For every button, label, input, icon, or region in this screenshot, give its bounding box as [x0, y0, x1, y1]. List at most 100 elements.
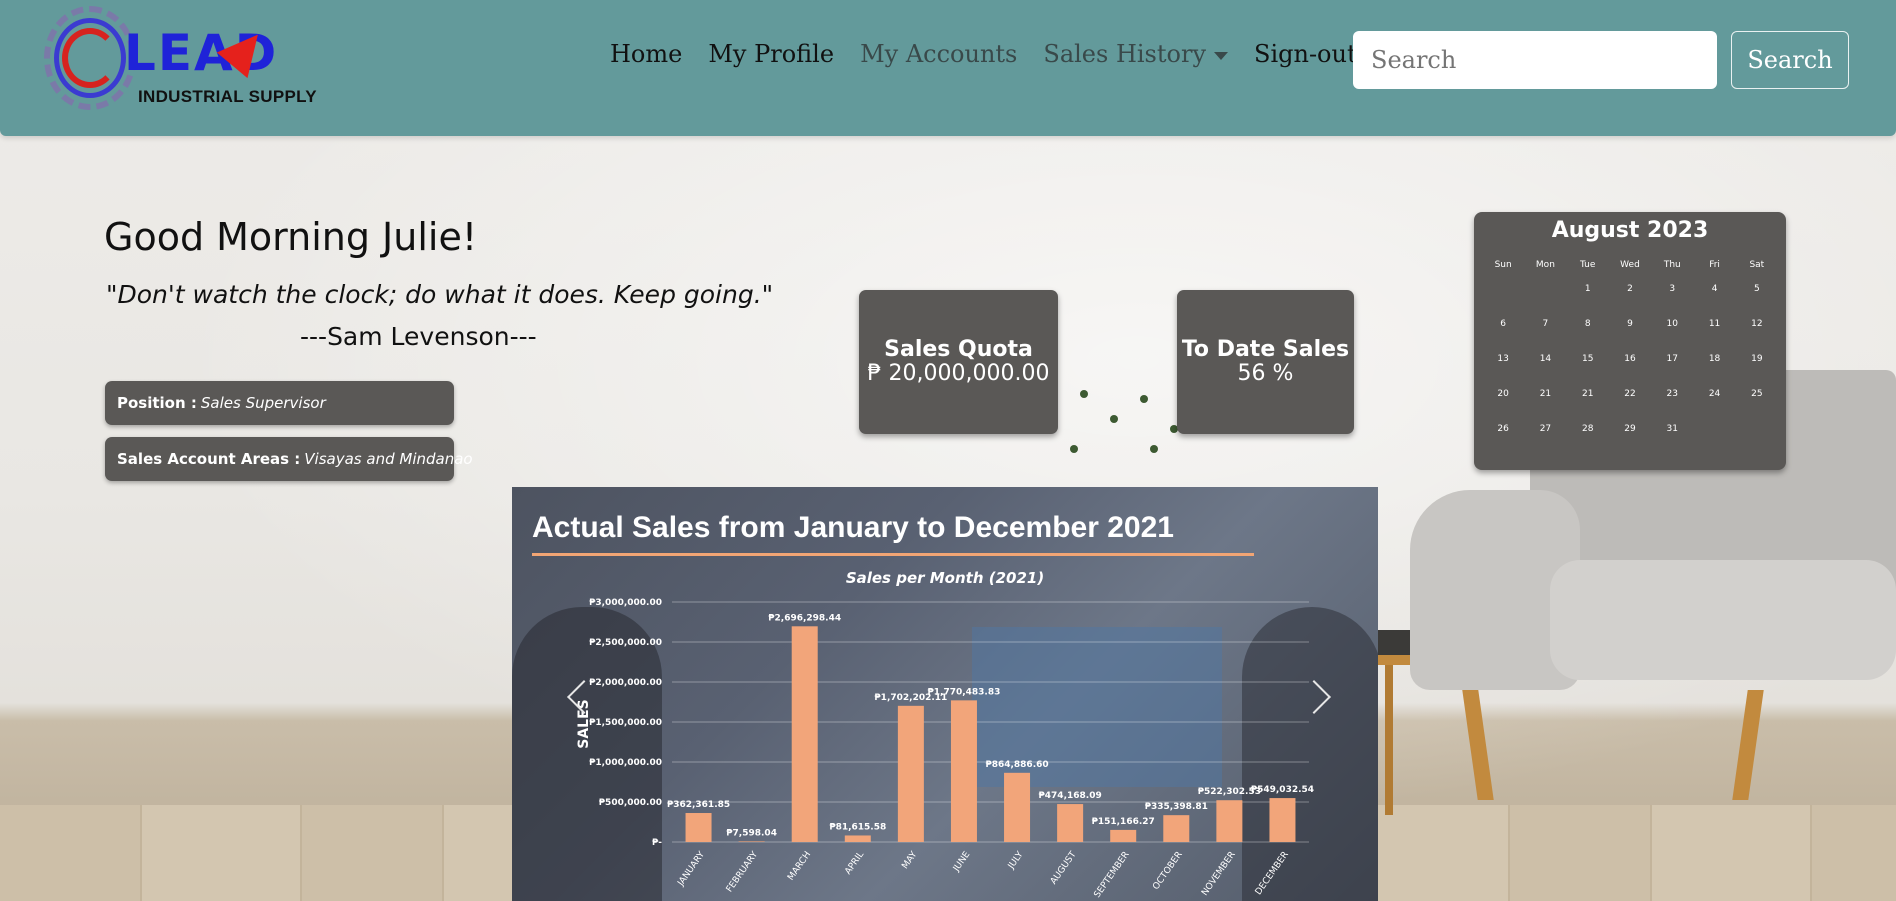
sales-areas-badge: Sales Account Areas : Visayas and Mindan… — [105, 437, 473, 481]
logo-subtitle: INDUSTRIAL SUPPLY — [138, 87, 317, 106]
chevron-down-icon — [1214, 51, 1228, 60]
calendar-day[interactable]: 3 — [1651, 284, 1693, 319]
calendar-day[interactable]: 31 — [1651, 424, 1693, 459]
calendar-day[interactable]: 10 — [1651, 319, 1693, 354]
calendar-day[interactable]: 29 — [1609, 424, 1651, 459]
calendar-day[interactable]: 24 — [1693, 389, 1735, 424]
bar-data-label: ₱864,886.60 — [985, 760, 1048, 770]
search-button[interactable]: Search — [1731, 31, 1849, 89]
calendar-weekday: Thu — [1663, 260, 1681, 270]
position-badge: Position : Sales Supervisor — [105, 381, 454, 425]
bar-data-label: ₱7,598.04 — [726, 828, 777, 838]
calendar-day[interactable]: 23 — [1651, 389, 1693, 424]
x-category-label: FEBRUARY — [725, 850, 761, 895]
chart-bar — [950, 700, 977, 842]
x-category-label: NOVEMBER — [1200, 850, 1238, 898]
calendar-weekday: Sun — [1494, 260, 1512, 270]
bar-data-label: ₱151,166.27 — [1092, 817, 1155, 827]
calendar-day — [1524, 284, 1566, 319]
calendar-day — [1693, 424, 1735, 459]
bar-data-label: ₱2,696,298.44 — [768, 613, 841, 623]
company-logo[interactable]: LEAD INDUSTRIAL SUPPLY — [40, 6, 320, 111]
bar-data-label: ₱81,615.58 — [829, 822, 886, 832]
x-category-label: MARCH — [786, 850, 813, 883]
calendar-day[interactable]: 9 — [1609, 319, 1651, 354]
calendar-weekday: Wed — [1620, 260, 1640, 270]
chart-bar — [1216, 800, 1243, 842]
search-input[interactable] — [1353, 31, 1717, 89]
calendar-day[interactable]: 5 — [1736, 284, 1778, 319]
y-tick-label: ₱500,000.00 — [599, 798, 662, 808]
calendar-day[interactable]: 20 — [1482, 389, 1524, 424]
calendar-day[interactable]: 25 — [1736, 389, 1778, 424]
to-date-sales-value: 56 % — [1237, 361, 1294, 386]
position-label: Position : — [117, 394, 197, 412]
sales-chart-carousel: Actual Sales from January to December 20… — [512, 487, 1378, 901]
calendar-month-title: August 2023 — [1551, 218, 1709, 243]
sales-quota-card: Sales Quota ₱ 20,000,000.00 — [859, 290, 1058, 434]
navbar: LEAD INDUSTRIAL SUPPLY Home My Profile M… — [0, 0, 1896, 136]
sales-bar-chart: ₱- ₱500,000.00 ₱1,000,000.00 ₱1,500,000.00 ₱… — [576, 598, 1314, 900]
calendar-day[interactable]: 1 — [1567, 284, 1609, 319]
calendar-day[interactable]: 11 — [1693, 319, 1735, 354]
calendar-day[interactable]: 6 — [1482, 319, 1524, 354]
calendar-day[interactable]: 8 — [1567, 319, 1609, 354]
calendar-day[interactable]: 12 — [1736, 319, 1778, 354]
x-category-label: SEPTEMBER — [1093, 850, 1132, 900]
calendar-day[interactable]: 2 — [1609, 284, 1651, 319]
calendar-day[interactable]: 17 — [1651, 354, 1693, 389]
calendar-day[interactable]: 28 — [1567, 424, 1609, 459]
nav-sales-history-dropdown[interactable]: Sales History — [1030, 40, 1241, 68]
y-tick-label: ₱- — [652, 838, 662, 848]
calendar-day — [1482, 284, 1524, 319]
to-date-sales-label: To Date Sales — [1181, 336, 1350, 362]
calendar-weekday: Mon — [1535, 260, 1555, 270]
calendar-day[interactable]: 22 — [1609, 389, 1651, 424]
x-category-label: DECEMBER — [1254, 850, 1291, 897]
calendar-day — [1736, 424, 1778, 459]
calendar-weekday: Fri — [1709, 260, 1720, 270]
nav-sales-history-label: Sales History — [1043, 40, 1206, 68]
nav-my-accounts[interactable]: My Accounts — [847, 40, 1030, 68]
bar-data-label: ₱1,770,483.83 — [928, 687, 1001, 697]
chart-bar — [1004, 772, 1031, 842]
chart-bar — [1163, 815, 1190, 842]
sales-quota-label: Sales Quota — [884, 336, 1033, 362]
calendar-day[interactable]: 21 — [1567, 389, 1609, 424]
x-category-label: MAY — [900, 850, 919, 871]
chart-bar — [1057, 804, 1084, 842]
x-category-label: JUNE — [951, 850, 972, 875]
chart-bar — [1110, 829, 1137, 842]
main-nav: Home My Profile My Accounts Sales Histor… — [597, 40, 1370, 68]
y-tick-label: ₱3,000,000.00 — [589, 598, 662, 608]
sales-areas-value: Visayas and Mindanao — [304, 450, 473, 468]
chart-bar — [685, 813, 712, 842]
calendar-day[interactable]: 27 — [1524, 424, 1566, 459]
sales-areas-label: Sales Account Areas : — [117, 450, 301, 468]
calendar-weekday: Sat — [1749, 260, 1765, 270]
bar-data-label: ₱549,032.54 — [1251, 785, 1314, 795]
greeting-title: Good Morning Julie! — [104, 215, 478, 259]
to-date-sales-card: To Date Sales 56 % — [1177, 290, 1354, 434]
calendar-day[interactable]: 21 — [1524, 389, 1566, 424]
nav-sign-out[interactable]: Sign-out — [1241, 40, 1370, 68]
calendar-day[interactable]: 18 — [1693, 354, 1735, 389]
chart-bar — [791, 626, 818, 842]
y-tick-label: ₱2,000,000.00 — [589, 678, 662, 688]
calendar-day[interactable]: 7 — [1524, 319, 1566, 354]
y-tick-label: ₱2,500,000.00 — [589, 638, 662, 648]
calendar-day[interactable]: 16 — [1609, 354, 1651, 389]
calendar-day[interactable]: 19 — [1736, 354, 1778, 389]
calendar-day[interactable]: 14 — [1524, 354, 1566, 389]
quote-author: ---Sam Levenson--- — [300, 322, 537, 351]
nav-my-profile[interactable]: My Profile — [695, 40, 847, 68]
chart-bar — [738, 841, 765, 842]
bar-data-label: ₱474,168.09 — [1039, 791, 1102, 801]
nav-home[interactable]: Home — [597, 40, 695, 68]
x-category-label: OCTOBER — [1151, 850, 1184, 892]
calendar-day[interactable]: 13 — [1482, 354, 1524, 389]
calendar-day[interactable]: 4 — [1693, 284, 1735, 319]
x-category-label: APRIL — [843, 850, 866, 877]
calendar-day[interactable]: 15 — [1567, 354, 1609, 389]
calendar-day[interactable]: 26 — [1482, 424, 1524, 459]
